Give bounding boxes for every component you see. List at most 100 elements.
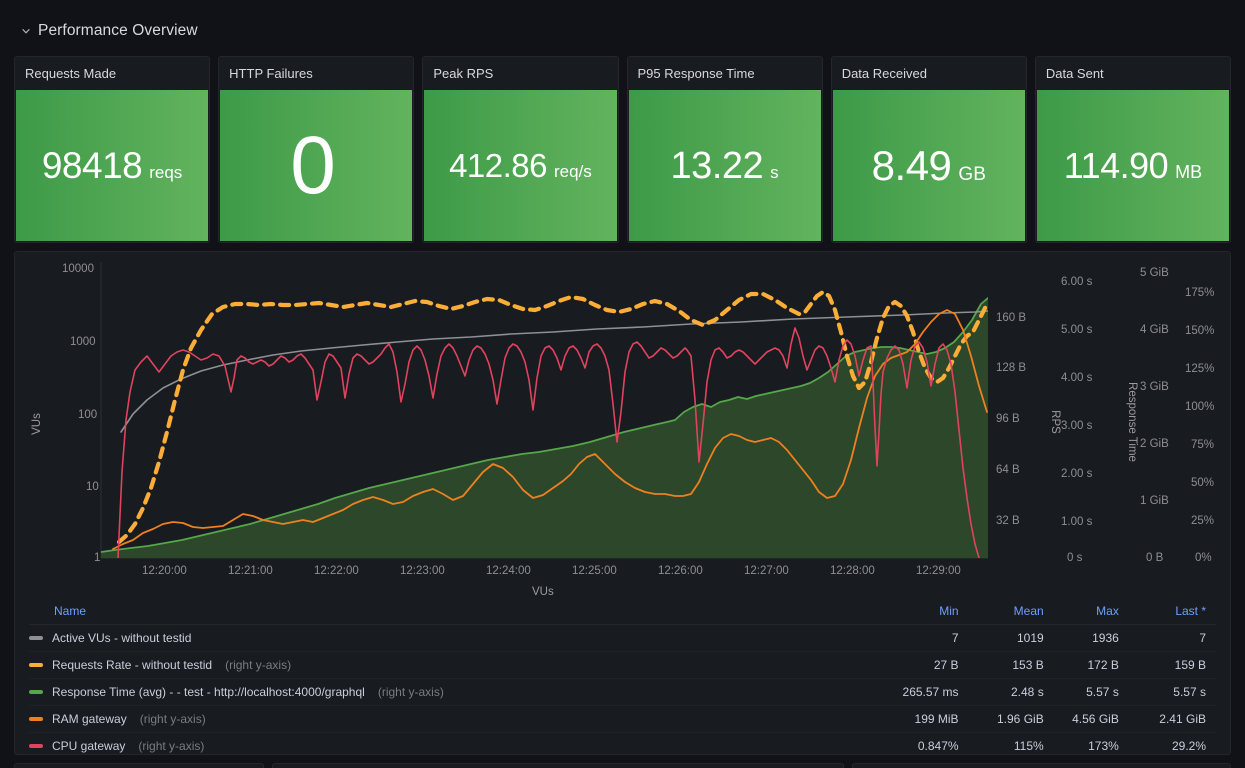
panel-title: Data Sent bbox=[1045, 66, 1104, 81]
row-header-performance-overview[interactable]: Performance Overview bbox=[20, 19, 198, 43]
y-axis-response-time-tick: 2 GiB bbox=[1140, 438, 1169, 450]
stat-value-area: 0 bbox=[220, 90, 413, 241]
legend-series-name: CPU gateway bbox=[52, 739, 126, 753]
legend: Name Min Mean Max Last * Active VUs - wi… bbox=[15, 599, 1230, 754]
stat-unit: req/s bbox=[554, 162, 592, 181]
chevron-down-icon[interactable] bbox=[20, 25, 32, 37]
stat-unit: GB bbox=[958, 163, 986, 185]
y-axis-response-time-title: Response Time bbox=[1126, 382, 1138, 462]
legend-value-max: 172 B bbox=[1053, 651, 1129, 679]
legend-value-last: 7 bbox=[1128, 624, 1216, 652]
legend-value-last: 5.57 s bbox=[1128, 678, 1216, 706]
y-axis-response-time-tick: 5 GiB bbox=[1140, 267, 1169, 279]
graph-plot-area[interactable]: 10000 1000 100 10 1 VUs 160 B 128 B 96 B… bbox=[15, 252, 1230, 598]
stat-value: 98418 bbox=[41, 145, 143, 186]
series-color-swatch[interactable] bbox=[29, 690, 43, 694]
stat-panel-data-received[interactable]: Data Received 8.49 GB bbox=[830, 56, 1027, 243]
legend-row[interactable]: Active VUs - without testid 7 1019 1936 … bbox=[29, 624, 1216, 652]
legend-row[interactable]: Response Time (avg) - - test - http://lo… bbox=[29, 678, 1216, 706]
x-axis-tick: 12:25:00 bbox=[572, 565, 617, 577]
y-axis-response-time-tick: 0 B bbox=[1146, 552, 1164, 564]
legend-value-mean: 1.96 GiB bbox=[968, 705, 1054, 733]
y-axis-percent-tick: 175% bbox=[1185, 287, 1215, 299]
next-panel-2[interactable] bbox=[272, 763, 844, 768]
y-axis-percent-tick: 150% bbox=[1185, 325, 1215, 337]
legend-axis-note: (right y-axis) bbox=[225, 658, 292, 672]
y-axis-left-tick: 100 bbox=[78, 409, 98, 421]
x-axis-tick: 12:28:00 bbox=[830, 565, 875, 577]
legend-axis-note: (right y-axis) bbox=[139, 712, 206, 726]
y-axis-rps-tick: 5.00 s bbox=[1061, 324, 1093, 336]
legend-value-max: 4.56 GiB bbox=[1053, 705, 1129, 733]
legend-name-cell[interactable]: Requests Rate - without testid (right y-… bbox=[29, 651, 879, 679]
stat-value-area: 98418 reqs bbox=[16, 90, 209, 241]
legend-value-last: 2.41 GiB bbox=[1128, 705, 1216, 733]
legend-row[interactable]: CPU gateway (right y-axis) 0.847% 115% 1… bbox=[29, 732, 1216, 754]
x-axis-tick: 12:22:00 bbox=[314, 565, 359, 577]
legend-name-cell[interactable]: Active VUs - without testid bbox=[29, 624, 879, 652]
y-axis-bytes-tick: 96 B bbox=[996, 413, 1020, 425]
legend-axis-note: (right y-axis) bbox=[377, 685, 444, 699]
y-axis-response-time-tick: 1 GiB bbox=[1140, 495, 1169, 507]
y-axis-left-tick: 1000 bbox=[70, 336, 96, 348]
stat-value-area: 13.22 s bbox=[628, 90, 821, 241]
x-axis-tick: 12:23:00 bbox=[400, 565, 445, 577]
panel-title: Data Received bbox=[841, 66, 927, 81]
series-color-swatch[interactable] bbox=[29, 744, 43, 748]
graph-canvas bbox=[100, 262, 988, 559]
stat-panel-data-sent[interactable]: Data Sent 114.90 MB bbox=[1034, 56, 1232, 243]
legend-value-min: 265.57 ms bbox=[878, 678, 969, 706]
stat-panel-p95-response-time[interactable]: P95 Response Time 13.22 s bbox=[626, 56, 823, 243]
stat-panel-peak-rps[interactable]: Peak RPS 412.86 req/s bbox=[422, 56, 619, 243]
next-panel-1[interactable] bbox=[14, 763, 264, 768]
stat-value: 0 bbox=[290, 119, 336, 211]
legend-value-min: 0.847% bbox=[878, 732, 969, 754]
y-axis-percent-tick: 125% bbox=[1185, 363, 1215, 375]
next-row-panels bbox=[14, 763, 1231, 768]
y-axis-rps-tick: 6.00 s bbox=[1061, 276, 1093, 288]
stat-value-area: 8.49 GB bbox=[832, 90, 1025, 241]
stat-panel-requests-made[interactable]: Requests Made 98418 reqs bbox=[14, 56, 211, 243]
legend-col-header-last[interactable]: Last * bbox=[1128, 599, 1216, 625]
legend-value-min: 199 MiB bbox=[878, 705, 969, 733]
series-color-swatch[interactable] bbox=[29, 636, 43, 640]
next-panel-3[interactable] bbox=[852, 763, 1231, 768]
legend-col-header-min[interactable]: Min bbox=[878, 599, 969, 625]
stat-unit: MB bbox=[1175, 161, 1203, 182]
legend-row[interactable]: Requests Rate - without testid (right y-… bbox=[29, 651, 1216, 679]
x-axis-tick: 12:26:00 bbox=[658, 565, 703, 577]
y-axis-left-tick: 1 bbox=[94, 552, 101, 564]
timeseries-panel[interactable]: 10000 1000 100 10 1 VUs 160 B 128 B 96 B… bbox=[14, 251, 1231, 755]
x-axis-tick: 12:27:00 bbox=[744, 565, 789, 577]
legend-col-header-mean[interactable]: Mean bbox=[968, 599, 1054, 625]
stat-unit: s bbox=[770, 162, 779, 182]
y-axis-left-tick: 10000 bbox=[62, 263, 94, 275]
legend-col-header-max[interactable]: Max bbox=[1053, 599, 1129, 625]
legend-axis-note: (right y-axis) bbox=[138, 739, 205, 753]
legend-series-name: Requests Rate - without testid bbox=[52, 658, 213, 672]
legend-value-mean: 115% bbox=[968, 732, 1054, 754]
y-axis-left-tick: 10 bbox=[86, 481, 99, 493]
panel-title: Peak RPS bbox=[433, 66, 494, 81]
legend-name-cell[interactable]: CPU gateway (right y-axis) bbox=[29, 732, 879, 754]
legend-series-name: RAM gateway bbox=[52, 712, 127, 726]
panel-title: Requests Made bbox=[25, 66, 117, 81]
legend-row[interactable]: RAM gateway (right y-axis) 199 MiB 1.96 … bbox=[29, 705, 1216, 733]
x-axis-tick: 12:20:00 bbox=[142, 565, 187, 577]
y-axis-bytes-tick: 128 B bbox=[996, 362, 1027, 374]
legend-name-cell[interactable]: RAM gateway (right y-axis) bbox=[29, 705, 879, 733]
stat-unit: reqs bbox=[149, 163, 183, 182]
series-color-swatch[interactable] bbox=[29, 663, 43, 667]
y-axis-percent-tick: 75% bbox=[1191, 439, 1215, 451]
series-color-swatch[interactable] bbox=[29, 717, 43, 721]
x-axis-tick: 12:21:00 bbox=[228, 565, 273, 577]
legend-table: Name Min Mean Max Last * Active VUs - wi… bbox=[29, 599, 1216, 754]
y-axis-percent-tick: 50% bbox=[1191, 477, 1215, 489]
stat-panel-http-failures[interactable]: HTTP Failures 0 bbox=[218, 56, 415, 243]
legend-value-max: 173% bbox=[1053, 732, 1129, 754]
legend-name-cell[interactable]: Response Time (avg) - - test - http://lo… bbox=[29, 678, 879, 706]
y-axis-bytes-tick: 64 B bbox=[996, 464, 1020, 476]
legend-col-header-name[interactable]: Name bbox=[29, 599, 879, 625]
y-axis-bytes-tick: 160 B bbox=[996, 312, 1027, 324]
x-axis-tick: 12:24:00 bbox=[486, 565, 531, 577]
